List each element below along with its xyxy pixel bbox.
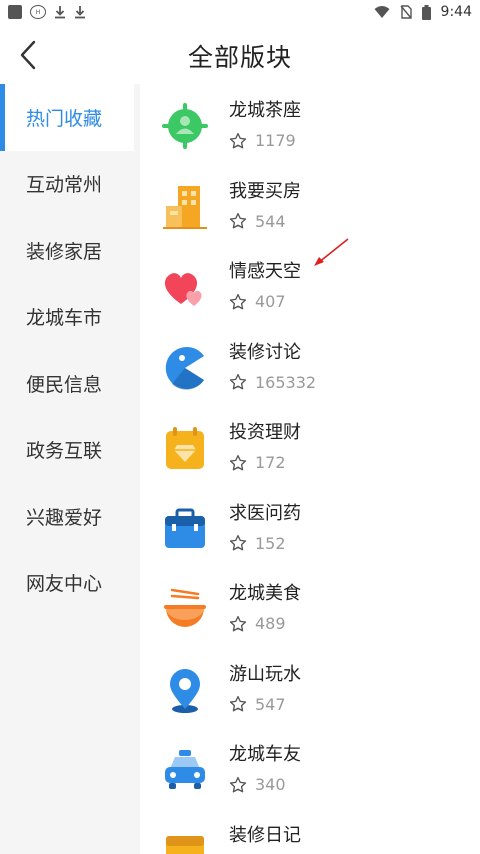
notification-app-icon [8,5,22,19]
forum-name: 龙城茶座 [229,100,301,121]
forum-name: 装修日记 [229,824,301,846]
forum-item[interactable]: 投资理财 172 [140,406,480,487]
favorite-count: 172 [229,453,286,472]
sidebar-item-label: 政务互联 [26,440,103,463]
favorite-count: 547 [229,695,286,714]
favorite-count: 165332 [229,373,316,392]
favorite-count: 152 [229,534,286,553]
location-pin-icon [170,668,200,713]
forum-item[interactable]: 游山玩水 547 [140,648,480,729]
favorite-count: 340 [229,775,286,794]
star-icon [229,132,247,148]
hearts-icon [164,273,202,306]
wifi-icon [374,6,390,18]
favorite-count: 489 [229,614,286,633]
noodle-bowl-icon [164,588,206,627]
forum-item[interactable]: 龙城车友 340 [140,728,480,809]
sidebar-item-home-decoration[interactable]: 装修家居 [0,217,140,284]
calendar-diamond-icon [166,427,204,469]
forum-item[interactable]: 求医问药 152 [140,487,480,568]
sidebar-item-label: 热门收藏 [26,107,103,130]
forum-name: 龙城美食 [229,583,301,604]
download-icon [55,6,65,19]
forum-name: 投资理财 [229,422,301,443]
sidebar-item-label: 兴趣爱好 [26,506,103,529]
sidebar-item-government[interactable]: 政务互联 [0,417,140,484]
forum-item[interactable]: 装修讨论 165332 [140,326,480,407]
star-icon [229,695,247,712]
star-icon [229,454,247,470]
favorite-count-value: 489 [255,614,286,633]
community-target-icon [162,103,208,149]
no-sim-icon [400,5,412,19]
forum-name: 情感天空 [229,261,301,282]
favorite-count-value: 172 [255,453,286,472]
star-icon [229,212,247,229]
sidebar-item-hot-favorites[interactable]: 热门收藏 [0,84,134,151]
favorite-count-value: 544 [255,211,286,231]
status-bar: H 9:44 [0,0,480,24]
favorite-count: 1179 [229,131,296,150]
star-icon [229,293,247,309]
forum-list: 龙城茶座 1179 我要买房 544 情感天空 407 装修讨论 165332 … [140,84,480,854]
sidebar-item-car-market[interactable]: 龙城车市 [0,284,140,351]
sidebar-item-user-center[interactable]: 网友中心 [0,550,140,617]
status-time: 9:44 [440,4,472,20]
forum-item[interactable]: 我要买房 544 [140,165,480,246]
forum-name: 龙城车友 [229,744,301,765]
sidebar-item-label: 龙城车市 [26,307,103,330]
favorite-count-value: 152 [255,533,286,553]
forum-name: 我要买房 [229,180,301,202]
forum-name: 装修讨论 [229,341,301,363]
forum-item[interactable]: 装修日记 [140,809,480,854]
favorite-count-value: 1179 [255,131,296,150]
forum-name: 游山玩水 [229,663,301,685]
forum-item[interactable]: 龙城茶座 1179 [140,84,480,165]
sidebar-item-label: 便民信息 [26,373,103,396]
star-icon [229,534,247,551]
star-icon [229,373,247,390]
car-icon [165,750,205,789]
favorite-count: 544 [229,212,286,231]
favorite-count-value: 547 [255,694,286,714]
sidebar-item-label: 互动常州 [26,174,103,197]
header: 全部版块 [0,24,480,84]
star-icon [229,776,247,792]
battery-icon [421,4,431,20]
sidebar-item-hobbies[interactable]: 兴趣爱好 [0,483,140,550]
download-icon [75,6,85,19]
medical-kit-icon [165,508,205,548]
star-icon [229,615,247,631]
notification-logo-icon: H [30,5,46,19]
sidebar-item-label: 网友中心 [26,573,103,596]
forum-name: 求医问药 [229,502,301,524]
box-icon [166,835,204,854]
favorite-count-value: 165332 [255,372,317,392]
sidebar-item-interactive-changzhou[interactable]: 互动常州 [0,151,140,218]
page-title: 全部版块 [187,43,292,72]
red-arrow-annotation [314,238,349,266]
favorite-count-value: 340 [255,775,286,794]
sidebar-item-label: 装修家居 [26,240,103,263]
building-icon [163,185,207,229]
pacman-icon [165,346,204,390]
favorite-count: 407 [229,292,286,311]
favorite-count-value: 407 [255,292,286,311]
forum-item[interactable]: 龙城美食 489 [140,567,480,648]
category-sidebar: 热门收藏 互动常州 装修家居 龙城车市 便民信息 政务互联 兴趣爱好 网友中心 [0,84,140,854]
sidebar-item-convenience-info[interactable]: 便民信息 [0,350,140,417]
